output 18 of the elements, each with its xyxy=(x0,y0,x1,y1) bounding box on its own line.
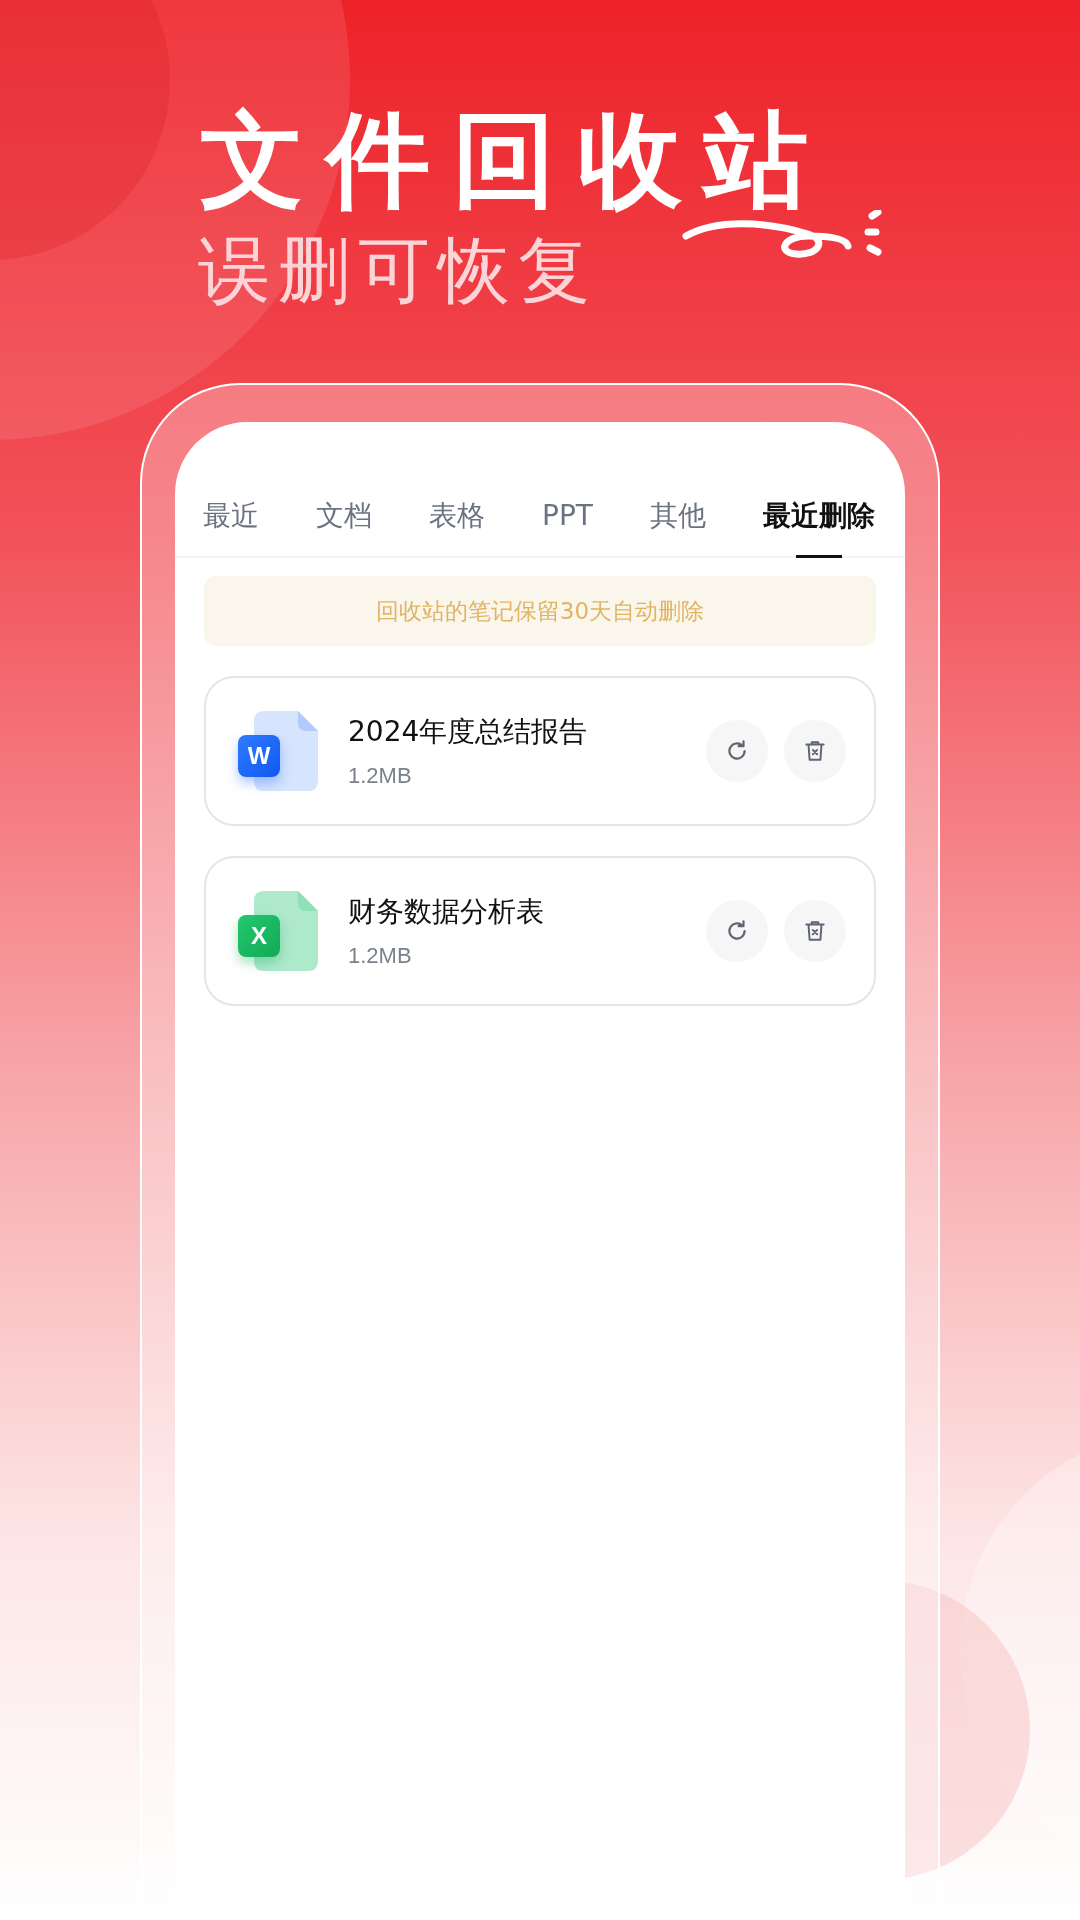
tab[interactable]: 文档 xyxy=(316,498,372,556)
file-size: 1.2MB xyxy=(348,763,413,789)
subheadline: 误删可恢复 xyxy=(198,227,598,314)
file-card[interactable]: W 2024年度总结报告 1.2MB xyxy=(204,676,876,826)
tab[interactable]: PPT xyxy=(542,498,593,556)
trash-icon xyxy=(802,738,828,764)
headline: 文件回收站 xyxy=(200,98,830,223)
file-size: 1.2MB xyxy=(348,943,413,969)
tab[interactable]: 最近删除 xyxy=(762,498,875,556)
file-name: 财务数据分析表 xyxy=(348,894,545,930)
tab[interactable]: 其他 xyxy=(649,498,706,556)
tab[interactable]: 表格 xyxy=(429,498,486,556)
tab-underline xyxy=(795,555,842,558)
file-card[interactable]: X 财务数据分析表 1.2MB xyxy=(204,856,876,1006)
trash-icon xyxy=(802,918,828,944)
tab[interactable]: 最近 xyxy=(203,498,259,556)
notice-banner: 回收站的笔记保留30天自动删除 xyxy=(204,576,876,646)
file-name: 2024年度总结报告 xyxy=(348,714,589,750)
